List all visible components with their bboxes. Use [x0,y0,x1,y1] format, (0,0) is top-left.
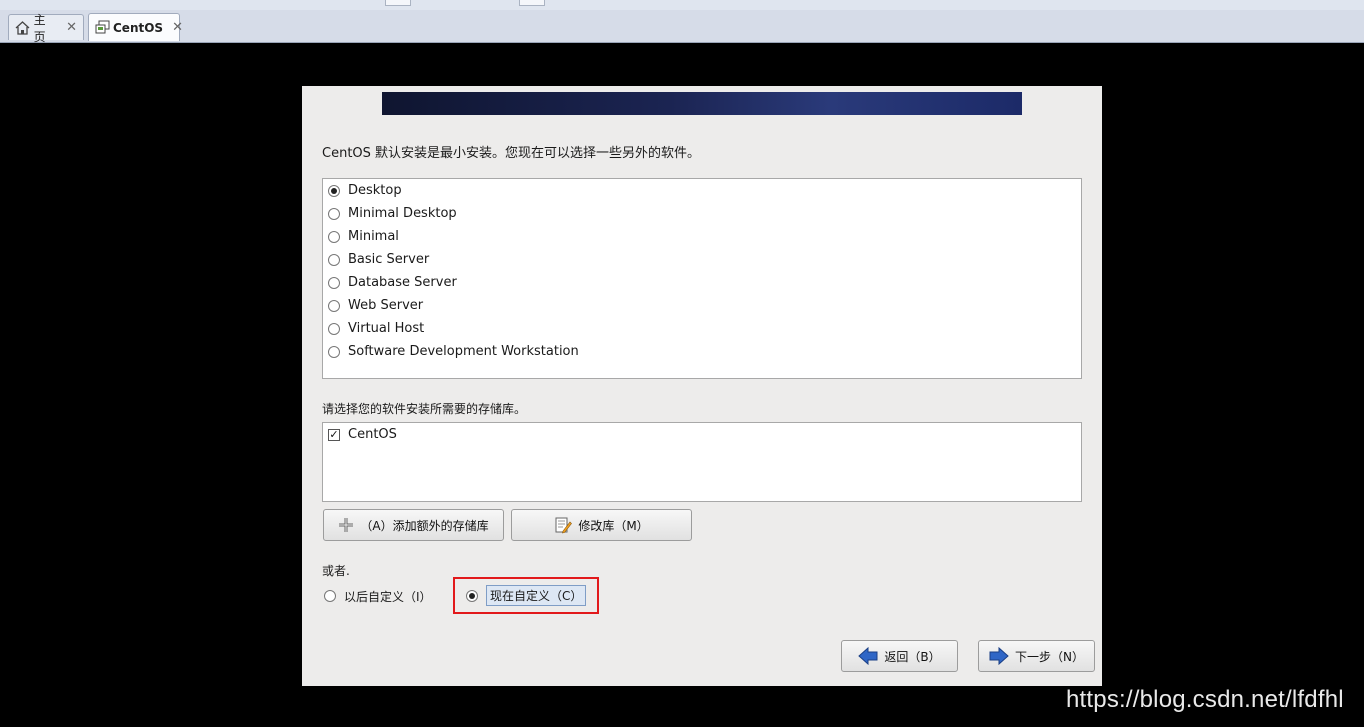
add-repo-button[interactable]: （A）添加额外的存储库 [323,509,504,541]
edit-document-icon [554,516,573,534]
profile-label: Virtual Host [348,321,425,336]
tab-centos[interactable]: CentOS ✕ [88,13,183,41]
checkbox-icon[interactable]: ✓ [328,428,340,441]
profile-label: Minimal [348,229,399,244]
tab-home-label: 主页 [33,12,46,44]
profile-option-basic-server[interactable]: Basic Server [323,248,1081,271]
profile-option-desktop[interactable]: Desktop [323,179,1081,202]
home-icon [15,20,31,36]
modify-repo-button[interactable]: 修改库（M） [511,509,692,541]
profile-option-minimal-desktop[interactable]: Minimal Desktop [323,202,1081,225]
tab-bar: 主页 ✕ CentOS ✕ [0,10,1364,44]
radio-icon[interactable] [328,184,340,197]
customize-later-label: 以后自定义（I） [344,589,432,604]
tab-close-icon[interactable]: ✕ [172,20,183,35]
radio-icon[interactable] [328,345,340,358]
modify-repo-label: 修改库（M） [578,518,649,533]
next-button[interactable]: 下一步（N） [978,640,1095,672]
profile-label: Software Development Workstation [348,344,579,359]
installer-banner [382,92,1022,115]
radio-icon[interactable] [328,230,340,243]
repo-list[interactable]: ✓ CentOS [322,422,1082,502]
radio-icon[interactable] [466,589,478,602]
radio-icon[interactable] [328,253,340,266]
radio-icon[interactable] [328,322,340,335]
customize-now-label: 现在自定义（C） [486,585,587,606]
profile-option-virtual-host[interactable]: Virtual Host [323,317,1081,340]
next-label: 下一步（N） [1015,649,1084,664]
tab-close-icon[interactable]: ✕ [66,20,77,35]
profile-label: Minimal Desktop [348,206,457,221]
back-label: 返回（B） [884,649,941,664]
arrow-right-icon [989,647,1009,665]
profile-option-software-dev-workstation[interactable]: Software Development Workstation [323,340,1081,363]
radio-icon[interactable] [328,207,340,220]
repo-item-centos[interactable]: ✓ CentOS [323,423,1081,446]
radio-icon[interactable] [324,590,336,602]
profile-label: Web Server [348,298,424,313]
customize-now-option[interactable]: 现在自定义（C） [466,585,587,606]
toolbar-knob[interactable] [385,0,411,6]
profile-option-minimal[interactable]: Minimal [323,225,1081,248]
radio-icon[interactable] [328,276,340,289]
repo-label: CentOS [348,427,397,442]
watermark-text: https://blog.csdn.net/lfdfhl [1066,686,1344,713]
add-repo-label: （A）添加额外的存储库 [360,518,489,533]
vm-icon [95,20,110,36]
repo-section-label: 请选择您的软件安装所需要的存储库。 [322,402,527,416]
back-button[interactable]: 返回（B） [841,640,958,672]
profile-list[interactable]: Desktop Minimal Desktop Minimal Basic Se… [322,178,1082,379]
profile-label: Desktop [348,183,402,198]
profile-option-database-server[interactable]: Database Server [323,271,1081,294]
installer-panel: CentOS 默认安装是最小安装。您现在可以选择一些另外的软件。 Desktop… [302,86,1102,686]
arrow-left-icon [858,647,878,665]
customize-later-option[interactable]: 以后自定义（I） [324,586,432,606]
intro-text: CentOS 默认安装是最小安装。您现在可以选择一些另外的软件。 [322,146,701,161]
toolbar-knob[interactable] [519,0,545,6]
tab-centos-label: CentOS [113,20,164,35]
profile-label: Database Server [348,275,457,290]
profile-option-web-server[interactable]: Web Server [323,294,1081,317]
tab-home[interactable]: 主页 ✕ [8,13,84,44]
profile-label: Basic Server [348,252,430,267]
plus-icon [338,517,354,533]
radio-icon[interactable] [328,299,340,312]
or-label: 或者. [322,564,350,578]
